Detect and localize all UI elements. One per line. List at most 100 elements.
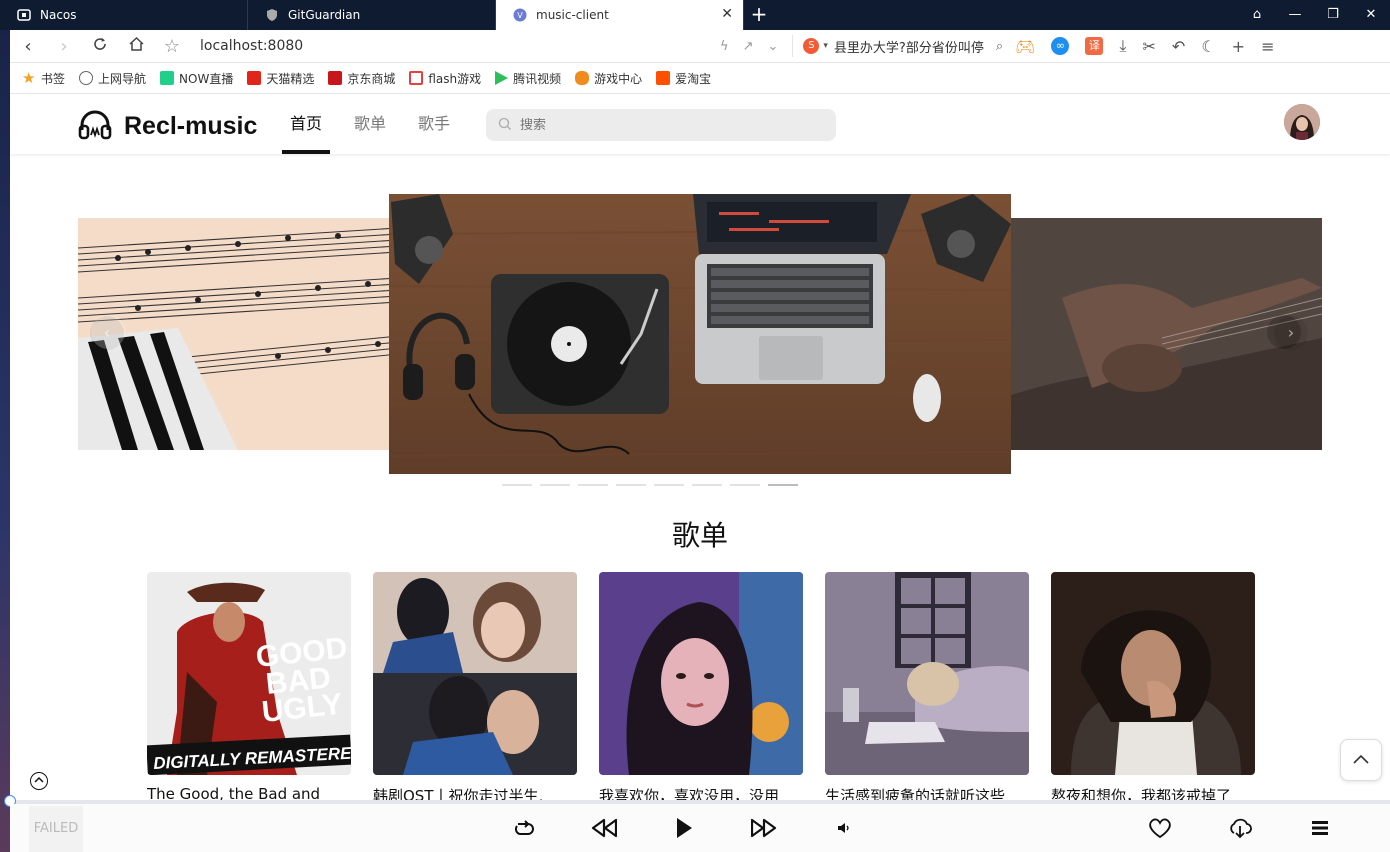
lightning-icon[interactable]: ϟ	[720, 39, 729, 54]
bookmark-item[interactable]: 上网导航	[79, 70, 146, 87]
flash-icon	[409, 71, 424, 85]
back-to-top-button[interactable]	[1340, 739, 1382, 781]
url-field[interactable]: localhost:8080	[200, 38, 720, 54]
nav-active-indicator	[282, 150, 330, 154]
carousel-indicators	[502, 484, 798, 486]
menu-icon[interactable]: ≡	[1261, 37, 1274, 56]
playlist-cover[interactable]: GOOD BAD UGLY DIGITALLY REMASTERED	[147, 572, 351, 775]
close-tab-icon[interactable]: ✕	[721, 6, 733, 22]
sogou-icon[interactable]: S	[803, 38, 820, 54]
chevron-up-icon	[1353, 754, 1369, 764]
carousel-dot[interactable]	[616, 484, 646, 486]
bookmarks-bar: ★ 书签 上网导航 NOW直播 天猫精选 京东商城 flash游戏 腾讯视频 游…	[10, 63, 1390, 94]
chevron-up-icon	[34, 776, 44, 783]
chevron-down-icon[interactable]: ⌄	[767, 39, 778, 54]
tab-nacos[interactable]: Nacos	[0, 0, 248, 30]
bookmark-item[interactable]: ★ 书签	[22, 70, 65, 87]
search-input[interactable]	[520, 117, 810, 133]
tab-music-client[interactable]: V music-client ✕	[496, 0, 744, 30]
playlist-menu-icon[interactable]	[1302, 810, 1338, 846]
carousel-next-button[interactable]: ›	[1274, 316, 1308, 350]
avatar[interactable]	[1284, 104, 1320, 140]
headphones-icon	[78, 108, 112, 144]
search-engine-box[interactable]: S ▾ 县里办大学?部分省份叫停 ⌕	[792, 35, 1003, 57]
bookmark-item[interactable]: 腾讯视频	[495, 70, 561, 87]
next-track-icon[interactable]	[746, 810, 782, 846]
previous-track-icon[interactable]	[586, 810, 622, 846]
magnifier-icon[interactable]: ⌕	[996, 39, 1003, 54]
tab-title: music-client	[536, 8, 609, 22]
bookmark-item[interactable]: 游戏中心	[575, 70, 642, 87]
infinity-icon[interactable]: ∞	[1051, 37, 1070, 55]
carousel-dot[interactable]	[730, 484, 760, 486]
nav-singers[interactable]: 歌手	[418, 94, 450, 154]
home-button[interactable]	[118, 36, 154, 57]
carousel-dot[interactable]	[540, 484, 570, 486]
tab-title: GitGuardian	[288, 8, 361, 22]
bookmark-item[interactable]: NOW直播	[160, 70, 233, 87]
taobao-icon	[656, 71, 671, 85]
playlist-cover[interactable]	[1051, 572, 1255, 775]
carousel-prev-button[interactable]: ‹	[90, 316, 124, 350]
playlist-cover[interactable]	[599, 572, 803, 775]
download-icon[interactable]	[1222, 810, 1258, 846]
minimize-button[interactable]: —	[1276, 0, 1314, 30]
nav-playlists[interactable]: 歌单	[354, 94, 386, 154]
carousel-dot[interactable]	[502, 484, 532, 486]
forward-button[interactable]: ›	[46, 36, 82, 57]
volume-icon[interactable]	[826, 810, 862, 846]
download-icon[interactable]: ⤓	[1119, 36, 1126, 56]
playlist-card[interactable]: 熬夜和想你，我都该戒掉了	[1051, 572, 1255, 806]
tmall-icon	[247, 71, 262, 85]
carousel-dot[interactable]	[654, 484, 684, 486]
play-icon[interactable]	[666, 810, 702, 846]
jd-icon	[328, 71, 343, 85]
loop-icon[interactable]	[506, 810, 542, 846]
window-controls: ⌂ — ❐ ✕	[1238, 0, 1390, 30]
maximize-button[interactable]: ❐	[1314, 0, 1352, 30]
night-mode-icon[interactable]: ☾	[1201, 37, 1215, 56]
playlist-card[interactable]: 我喜欢你，喜欢没用，没用	[599, 572, 803, 806]
bookmark-item[interactable]: 天猫精选	[247, 70, 314, 87]
favorite-star-icon[interactable]: ☆	[154, 36, 190, 57]
plus-icon[interactable]: +	[1232, 37, 1245, 56]
playlist-cover[interactable]	[373, 572, 577, 775]
back-button[interactable]: ‹	[10, 36, 46, 57]
undo-icon[interactable]: ↶	[1172, 37, 1185, 56]
playlist-cover[interactable]	[825, 572, 1029, 775]
carousel-slide-current[interactable]	[389, 194, 1011, 474]
close-window-button[interactable]: ✕	[1352, 0, 1390, 30]
playlist-card[interactable]: 生活感到疲惫的话就听这些	[825, 572, 1029, 806]
heart-icon[interactable]	[1142, 810, 1178, 846]
brand-logo[interactable]: Recl-music	[78, 108, 257, 144]
bookmark-item[interactable]: 爱淘宝	[656, 70, 711, 87]
reload-button[interactable]	[82, 36, 118, 57]
playlist-card[interactable]: 韩剧OST丨祝你走过半生,	[373, 572, 577, 806]
toolbar-icons: 🎮︎ ∞ 译 ⤓ ✂ ↶ ☾ + ≡	[1015, 36, 1274, 56]
url-actions: ϟ ↗ ⌄	[720, 39, 778, 54]
gamepad-icon	[575, 71, 590, 85]
brand-name: Recl-music	[124, 111, 258, 140]
nav-home[interactable]: 首页	[290, 94, 322, 154]
carousel-dot[interactable]	[692, 484, 722, 486]
carousel-dot[interactable]	[578, 484, 608, 486]
vue-favicon-icon: V	[512, 7, 528, 23]
bookmark-item[interactable]: flash游戏	[409, 70, 481, 87]
tab-gitguardian[interactable]: GitGuardian	[248, 0, 496, 30]
playlist-card[interactable]: GOOD BAD UGLY DIGITALLY REMASTERED The G…	[147, 572, 351, 806]
new-tab-button[interactable]: +	[744, 0, 774, 30]
star-icon: ★	[22, 69, 36, 87]
skin-icon[interactable]: ⌂	[1238, 0, 1276, 30]
scissors-icon[interactable]: ✂	[1143, 37, 1156, 56]
carousel-slide-prev[interactable]	[78, 218, 398, 450]
search-engine-text[interactable]: 县里办大学?部分省份叫停	[834, 37, 984, 56]
engine-dropdown-icon[interactable]: ▾	[823, 41, 828, 51]
game-icon[interactable]: 🎮︎	[1015, 37, 1035, 56]
translate-icon[interactable]: 译	[1085, 37, 1104, 55]
collapse-player-button[interactable]	[30, 772, 48, 790]
bookmark-item[interactable]: 京东商城	[328, 70, 395, 87]
search-box[interactable]	[486, 109, 836, 141]
share-icon[interactable]: ↗	[743, 39, 754, 54]
banner-carousel: ‹ ›	[78, 194, 1322, 494]
carousel-dot-active[interactable]	[768, 484, 798, 486]
